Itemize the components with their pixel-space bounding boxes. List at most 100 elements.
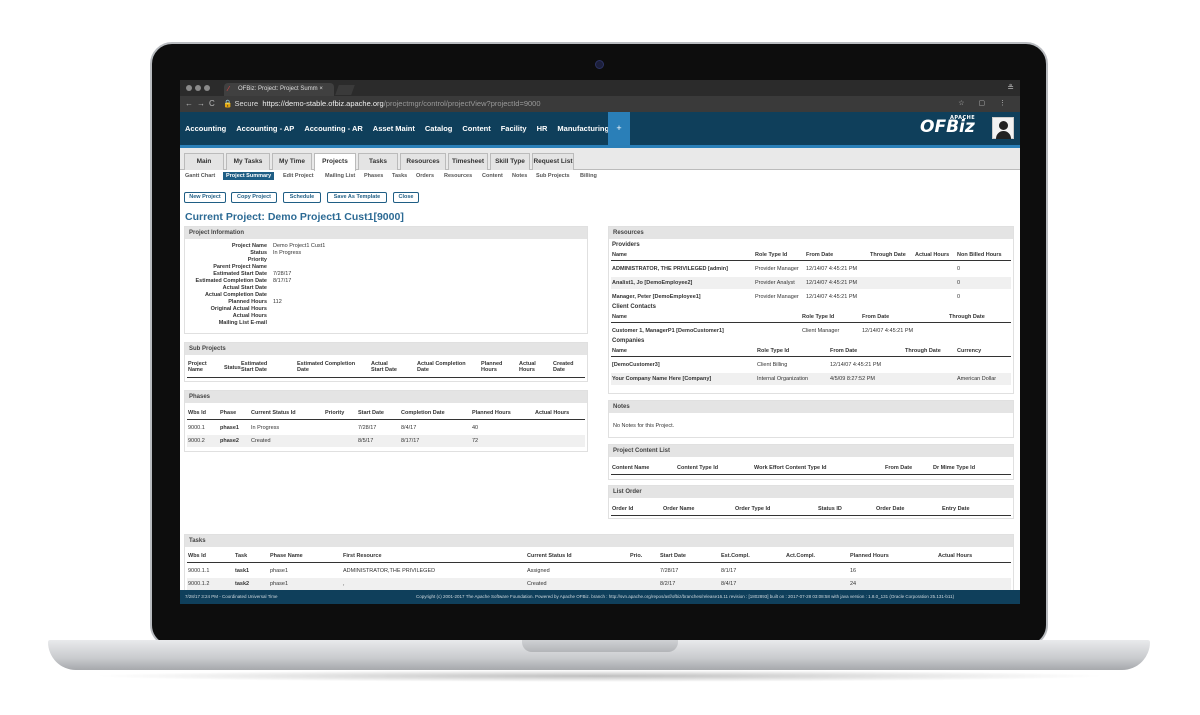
table-row[interactable]: 9000.1 phase1 In Progress 7/28/17 8/4/17… (187, 422, 585, 434)
col-header: Status ID (818, 506, 842, 512)
cell: In Progress (251, 425, 280, 431)
cell[interactable]: [DemoCustomer3] (612, 362, 660, 368)
copy-project-button[interactable]: Copy Project (231, 192, 277, 203)
col-header: Est.Compl. (721, 553, 750, 559)
table-row[interactable]: Analist1, Jo [DemoEmployee2] Provider An… (611, 277, 1011, 289)
subtab-notes[interactable]: Notes (512, 173, 527, 179)
divider (611, 474, 1011, 475)
app-menu-hr[interactable]: HR (537, 124, 548, 133)
new-tab-button[interactable] (335, 85, 355, 95)
table-row[interactable]: Your Company Name Here [Company] Interna… (611, 373, 1011, 385)
col-header: Currency (957, 348, 982, 354)
tab-projects[interactable]: Projects (314, 153, 356, 171)
col-header: Actual Hours (915, 252, 950, 258)
subtab-sub-projects[interactable]: Sub Projects (536, 173, 570, 179)
cell[interactable]: Analist1, Jo [DemoEmployee2] (612, 280, 692, 286)
subtab-resources[interactable]: Resources (444, 173, 472, 179)
cell: 9000.1.1 (188, 568, 210, 574)
app-header: Accounting Accounting - AP Accounting - AR… (180, 112, 1020, 148)
tab-title: OFBiz: Project: Project Summ (238, 86, 318, 92)
bookmark-star-icon[interactable]: ☆ ▢ ⋮ (958, 99, 1012, 107)
cell[interactable]: phase2 (220, 438, 239, 444)
tab-my-time[interactable]: My Time (272, 153, 312, 170)
cell: Client Billing (757, 362, 788, 368)
app-menu-accounting-ap[interactable]: Accounting - AP (236, 124, 294, 133)
tab-my-tasks[interactable]: My Tasks (226, 153, 270, 170)
table-row[interactable]: Customer 1, ManagerP1 [DemoCustomer1] Cl… (611, 325, 1011, 337)
forward-icon[interactable]: → (197, 99, 205, 108)
browser-tab[interactable]: ⁄ OFBiz: Project: Project Summ × (224, 83, 334, 96)
divider (611, 260, 1011, 261)
resources-title: Resources (609, 227, 1013, 239)
resources-panel: Resources Providers Name Role Type Id Fr… (608, 226, 1014, 394)
tab-tasks[interactable]: Tasks (358, 153, 398, 170)
cell: 12/14/07 4:45:21 PM (806, 280, 858, 286)
app-menu-asset-maint[interactable]: Asset Maint (373, 124, 415, 133)
subtab-gantt-chart[interactable]: Gantt Chart (185, 173, 215, 179)
back-icon[interactable]: ← (185, 99, 193, 108)
subtab-mailing-list[interactable]: Mailing List (325, 173, 355, 179)
tab-skill-type[interactable]: Skill Type (490, 153, 530, 170)
app-menu-accounting-ar[interactable]: Accounting - AR (304, 124, 362, 133)
window-minimize-icon[interactable] (195, 85, 201, 91)
cell[interactable]: task2 (235, 581, 249, 587)
app-menu-accounting[interactable]: Accounting (185, 124, 226, 133)
cell[interactable]: Manager, Peter [DemoEmployee1] (612, 294, 701, 300)
cell: 12/14/07 4:45:21 PM (830, 362, 882, 368)
user-avatar[interactable] (992, 117, 1014, 139)
reload-icon[interactable]: C (209, 99, 215, 108)
cell: 7/28/17 (358, 425, 377, 431)
window-close-icon[interactable] (186, 85, 192, 91)
app-menu-manufacturing[interactable]: Manufacturing (557, 124, 609, 133)
table-row[interactable]: [DemoCustomer3] Client Billing 12/14/07 … (611, 359, 1011, 371)
field-label: Actual Completion Date (204, 292, 267, 298)
subtab-phases[interactable]: Phases (364, 173, 383, 179)
cell[interactable]: task1 (235, 568, 249, 574)
ofbiz-logo: APACHE OFBiz (920, 115, 975, 137)
more-apps-button[interactable]: + (608, 112, 630, 145)
table-row[interactable]: ADMINISTRATOR, THE PRIVILEGED [admin] Pr… (611, 263, 1011, 275)
tab-main[interactable]: Main (184, 153, 224, 170)
tasks-title: Tasks (185, 535, 1013, 547)
field-label: Project Name (231, 243, 267, 249)
tab-resources[interactable]: Resources (400, 153, 446, 170)
col-header: Through Date (905, 348, 941, 354)
profile-icon[interactable]: ≗ (1007, 83, 1014, 92)
table-row[interactable]: 9000.1.1 task1 phase1 ADMINISTRATOR,THE … (187, 565, 1011, 577)
cell[interactable]: phase1 (220, 425, 239, 431)
cell: American Dollar (957, 376, 997, 382)
close-button[interactable]: Close (393, 192, 419, 203)
save-as-template-button[interactable]: Save As Template (327, 192, 387, 203)
window-maximize-icon[interactable] (204, 85, 210, 91)
schedule-button[interactable]: Schedule (283, 192, 321, 203)
browser-tab-bar: ⁄ OFBiz: Project: Project Summ × ≗ (180, 80, 1020, 96)
app-menu-content[interactable]: Content (462, 124, 490, 133)
subtab-content[interactable]: Content (482, 173, 503, 179)
url-field[interactable]: 🔒 Secure https://demo-stable.ofbiz.apach… (223, 99, 541, 108)
cell[interactable]: Your Company Name Here [Company] (612, 376, 711, 382)
subtab-edit-project[interactable]: Edit Project (283, 173, 314, 179)
webcam-icon (595, 60, 604, 69)
field-value: Demo Project1 Cust1 (273, 243, 326, 249)
sub-projects-title: Sub Projects (185, 343, 587, 355)
notes-title: Notes (609, 401, 1013, 413)
table-row[interactable]: Manager, Peter [DemoEmployee1] Provider … (611, 291, 1011, 303)
subtab-tasks[interactable]: Tasks (392, 173, 407, 179)
subtab-orders[interactable]: Orders (416, 173, 434, 179)
table-row[interactable]: 9000.2 phase2 Created 8/5/17 8/17/17 72 (187, 435, 585, 447)
footer: 7/28/17 3:24 PM - Coordinated Universal … (180, 590, 1020, 604)
col-header: Estimated Completion Date (297, 361, 356, 373)
cell[interactable]: ADMINISTRATOR, THE PRIVILEGED [admin] (612, 266, 728, 272)
subtab-billing[interactable]: Billing (580, 173, 597, 179)
subtab-project-summary[interactable]: Project Summary (223, 172, 275, 180)
url-host: https://demo-stable.ofbiz.apache.org (262, 99, 384, 108)
cell: 0 (957, 266, 961, 272)
divider (187, 419, 585, 420)
app-menu-facility[interactable]: Facility (501, 124, 527, 133)
new-project-button[interactable]: New Project (184, 192, 226, 203)
table-row[interactable]: 9000.1.2 task2 phase1 , Created 8/2/17 8… (187, 578, 1011, 590)
app-menu-catalog[interactable]: Catalog (425, 124, 453, 133)
tab-request-list[interactable]: Request List (532, 153, 574, 170)
tab-timesheet[interactable]: Timesheet (448, 153, 488, 170)
cell[interactable]: Customer 1, ManagerP1 [DemoCustomer1] (612, 328, 724, 334)
